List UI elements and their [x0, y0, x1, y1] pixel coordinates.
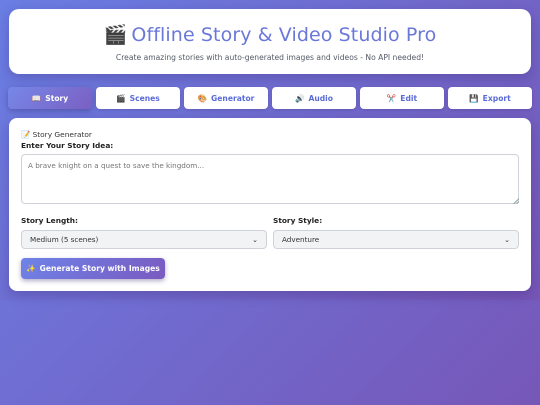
story-generator-panel: 📝 Story Generator Enter Your Story Idea:…: [9, 118, 531, 291]
story-length-label: Story Length:: [21, 216, 78, 225]
story-style-value: Adventure: [282, 235, 320, 244]
tab-edit[interactable]: ✂️ Edit: [360, 87, 444, 109]
scissors-icon: ✂️: [386, 93, 397, 103]
tab-bar: 📖 Story 🎬 Scenes 🎨 Generator 🔊 Audio ✂️ …: [8, 87, 532, 109]
story-idea-label: Enter Your Story Idea:: [21, 141, 114, 150]
generate-story-label: Generate Story with Images: [39, 264, 160, 273]
story-length-select[interactable]: Medium (5 scenes) ⌄: [21, 230, 267, 249]
memo-icon: 📝: [21, 130, 31, 139]
clapperboard-icon: 🎬: [116, 93, 126, 103]
tab-audio[interactable]: 🔊 Audio: [272, 87, 356, 109]
palette-icon: 🎨: [197, 93, 208, 103]
story-length-value: Medium (5 scenes): [30, 235, 99, 244]
tab-label: Generator: [211, 93, 255, 103]
page-title: 🎬 Offline Story & Video Studio Pro: [9, 23, 531, 46]
page-title-text: Offline Story & Video Studio Pro: [131, 24, 437, 46]
story-style-label: Story Style:: [273, 216, 323, 225]
tab-label: Audio: [308, 93, 333, 103]
panel-heading: 📝 Story Generator: [21, 130, 92, 139]
tab-scenes[interactable]: 🎬 Scenes: [96, 87, 180, 109]
tab-label: Scenes: [129, 93, 160, 103]
resize-handle[interactable]: [513, 198, 519, 204]
floppy-disk-icon: 💾: [469, 93, 479, 103]
page-subtitle: Create amazing stories with auto-generat…: [115, 53, 425, 62]
tab-label: Edit: [400, 93, 418, 103]
app-header: 🎬 Offline Story & Video Studio Pro Create…: [9, 9, 531, 74]
story-style-select[interactable]: Adventure ⌄: [273, 230, 519, 249]
tab-export[interactable]: 💾 Export: [448, 87, 532, 109]
tab-label: Story: [45, 93, 69, 103]
tab-story[interactable]: 📖 Story: [8, 87, 92, 109]
generate-story-button[interactable]: ✨ Generate Story with Images: [21, 258, 165, 279]
chevron-down-icon: ⌄: [504, 235, 510, 244]
book-icon: 📖: [31, 93, 42, 103]
story-idea-input[interactable]: [21, 154, 519, 204]
clapperboard-icon: 🎬: [103, 24, 128, 46]
speaker-icon: 🔊: [294, 93, 305, 103]
panel-heading-text: Story Generator: [32, 130, 92, 139]
chevron-down-icon: ⌄: [252, 235, 258, 244]
tab-generator[interactable]: 🎨 Generator: [184, 87, 268, 109]
sparkles-icon: ✨: [26, 264, 36, 273]
tab-label: Export: [482, 93, 511, 103]
